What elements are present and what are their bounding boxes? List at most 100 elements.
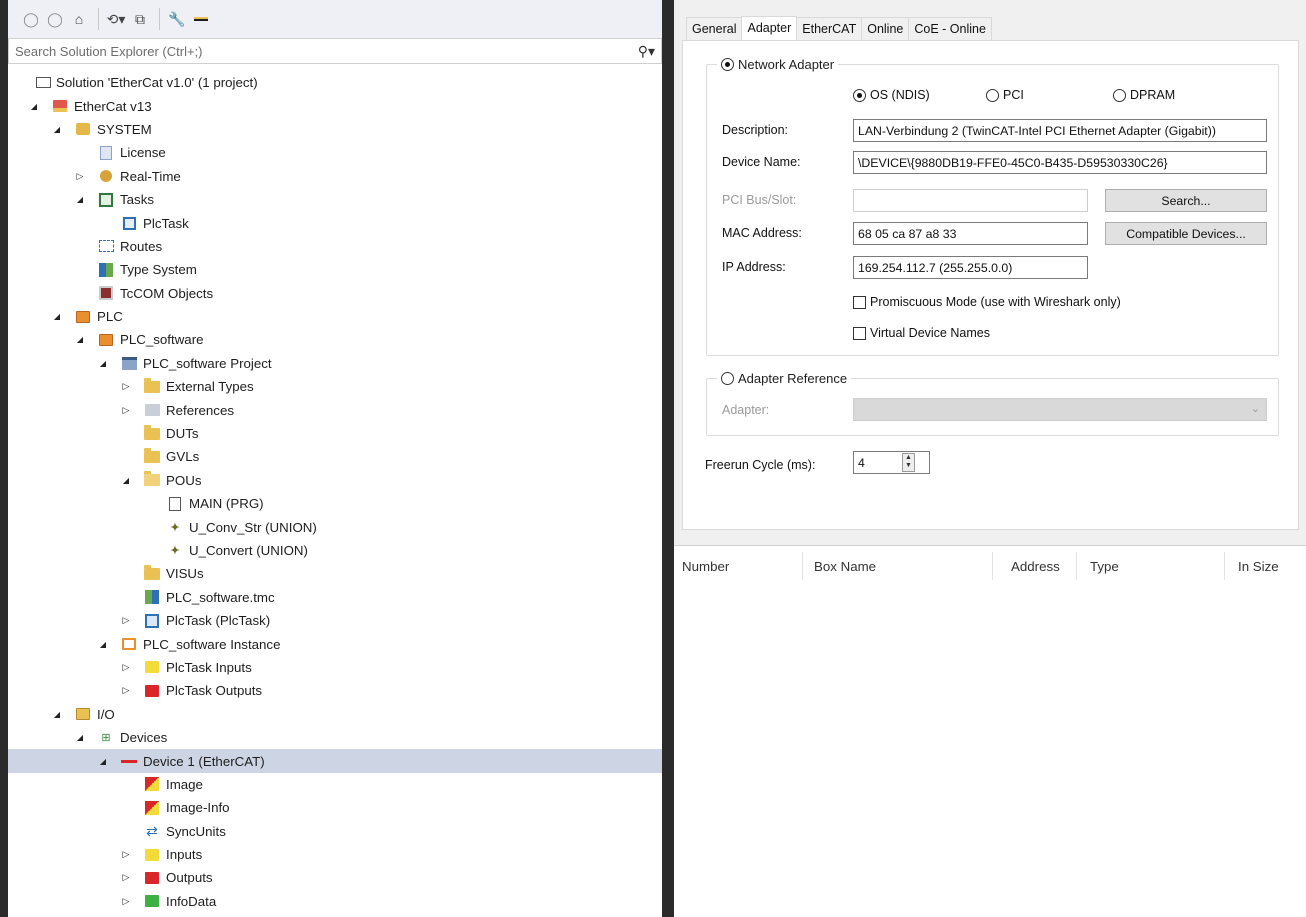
tree-item[interactable]: PlcTask [8, 211, 662, 234]
adapter-reference-option[interactable]: Adapter Reference [717, 371, 852, 386]
tree-item[interactable]: ▷ PlcTask (PlcTask) [8, 609, 662, 632]
tree-item[interactable]: ▷ Inputs [8, 843, 662, 866]
home-icon[interactable]: ⌂ [68, 7, 90, 31]
tree-item[interactable]: ◢ PLC_software [8, 328, 662, 351]
tree-item[interactable]: ⇄ SyncUnits [8, 820, 662, 843]
tree-item[interactable]: MAIN (PRG) [8, 492, 662, 515]
pin-icon[interactable] [190, 7, 212, 31]
tree-item[interactable]: GVLs [8, 445, 662, 468]
search-input[interactable]: Search Solution Explorer (Ctrl+;) ⚲▾ [8, 38, 662, 64]
expanded-arrow-icon[interactable]: ◢ [51, 710, 63, 719]
tree-item[interactable]: Image-Info [8, 796, 662, 819]
mac-address-field[interactable]: 68 05 ca 87 a8 33 [853, 222, 1088, 245]
tree-item[interactable]: VISUs [8, 562, 662, 585]
column-in-size[interactable]: In Size [1238, 559, 1279, 574]
tree-item[interactable]: Solution 'EtherCat v1.0' (1 project) [8, 71, 662, 94]
tree-item[interactable]: ◢ Tasks [8, 188, 662, 211]
tab-adapter[interactable]: Adapter [741, 16, 798, 41]
column-number[interactable]: Number [682, 559, 729, 574]
tree-item[interactable]: DUTs [8, 422, 662, 445]
collapsed-arrow-icon[interactable]: ▷ [120, 872, 132, 883]
column-address[interactable]: Address [1011, 559, 1060, 574]
tab-coe-online[interactable]: CoE - Online [908, 17, 992, 41]
virtual-device-names-option[interactable]: Virtual Device Names [853, 326, 990, 340]
properties-icon[interactable]: 🔧 [166, 7, 188, 31]
expanded-arrow-icon[interactable]: ◢ [74, 195, 86, 204]
tree-item[interactable]: Type System [8, 258, 662, 281]
tree-item[interactable]: ◢ ⊞ Devices [8, 726, 662, 749]
search-icon[interactable]: ⚲▾ [638, 43, 655, 60]
forward-icon[interactable]: ◯ [44, 7, 66, 31]
collapsed-arrow-icon[interactable]: ▷ [120, 405, 132, 416]
expanded-arrow-icon[interactable]: ◢ [74, 335, 86, 344]
tree-item[interactable]: Image [8, 773, 662, 796]
tree-item[interactable]: ▷ PlcTask Outputs [8, 679, 662, 702]
collapsed-arrow-icon[interactable]: ▷ [120, 849, 132, 860]
collapsed-arrow-icon[interactable]: ▷ [120, 685, 132, 696]
tree-item[interactable]: ◢ SYSTEM [8, 118, 662, 141]
sync-view-icon[interactable]: ⧉ [129, 7, 151, 31]
collapsed-arrow-icon[interactable]: ▷ [120, 381, 132, 392]
tab-ethercat[interactable]: EtherCAT [796, 17, 863, 41]
tree-item[interactable]: ▷ References [8, 398, 662, 421]
tree-item[interactable]: ◢ EtherCat v13 [8, 94, 662, 117]
dpram-radio[interactable] [1113, 88, 1126, 102]
option-pci[interactable]: PCI [986, 88, 1024, 102]
panel-splitter[interactable] [662, 0, 674, 917]
promiscuous-mode-option[interactable]: Promiscuous Mode (use with Wireshark onl… [853, 295, 1121, 309]
tree-item[interactable]: License [8, 141, 662, 164]
expanded-arrow-icon[interactable]: ◢ [28, 102, 40, 111]
pci-bus-slot-field[interactable] [853, 189, 1088, 212]
tree-item[interactable]: ◢ PLC [8, 305, 662, 328]
tree-item[interactable]: ✦ U_Conv_Str (UNION) [8, 515, 662, 538]
tree-item[interactable]: ▷ PlcTask Inputs [8, 656, 662, 679]
compatible-devices-button[interactable]: Compatible Devices... [1105, 222, 1267, 245]
expanded-arrow-icon[interactable]: ◢ [120, 476, 132, 485]
tree-item[interactable]: ◢ POUs [8, 469, 662, 492]
tab-general[interactable]: General [686, 17, 743, 41]
column-box-name[interactable]: Box Name [814, 559, 876, 574]
collapsed-arrow-icon[interactable]: ▷ [120, 615, 132, 626]
tree-item[interactable]: ▷ InfoData [8, 890, 662, 913]
search-button[interactable]: Search... [1105, 189, 1267, 212]
expanded-arrow-icon[interactable]: ◢ [51, 312, 63, 321]
tree-item[interactable]: ◢ PLC_software Instance [8, 632, 662, 655]
collapsed-arrow-icon[interactable]: ▷ [120, 662, 132, 673]
device-name-field[interactable]: \DEVICE\{9880DB19-FFE0-45C0-B435-D595303… [853, 151, 1267, 174]
expanded-arrow-icon[interactable]: ◢ [51, 125, 63, 134]
adapter-select[interactable]: ⌄ [853, 398, 1267, 421]
tree-item[interactable]: ◢ I/O [8, 703, 662, 726]
history-icon[interactable]: ⟲▾ [105, 7, 127, 31]
tab-online[interactable]: Online [861, 17, 910, 41]
expanded-arrow-icon[interactable]: ◢ [97, 640, 109, 649]
pci-radio[interactable] [986, 88, 999, 102]
tree-item[interactable]: PLC_software.tmc [8, 586, 662, 609]
tree-item[interactable]: ◢ PLC_software Project [8, 352, 662, 375]
ip-address-field[interactable]: 169.254.112.7 (255.255.0.0) [853, 256, 1088, 279]
tree-item[interactable]: ✦ U_Convert (UNION) [8, 539, 662, 562]
column-type[interactable]: Type [1090, 559, 1119, 574]
tree-item[interactable]: TcCOM Objects [8, 282, 662, 305]
tree-item[interactable]: ▷ Outputs [8, 866, 662, 889]
promiscuous-mode-checkbox[interactable] [853, 295, 866, 309]
description-field[interactable]: LAN-Verbindung 2 (TwinCAT-Intel PCI Ethe… [853, 119, 1267, 142]
tree-item[interactable]: Routes [8, 235, 662, 258]
option-os-ndis[interactable]: OS (NDIS) [853, 88, 930, 102]
spin-arrows-icon[interactable]: ▲ ▼ [902, 453, 915, 472]
expanded-arrow-icon[interactable]: ◢ [97, 757, 109, 766]
back-icon[interactable]: ◯ [20, 7, 42, 31]
option-dpram[interactable]: DPRAM [1113, 88, 1175, 102]
tree-item[interactable]: ▷ Real-Time [8, 165, 662, 188]
collapsed-arrow-icon[interactable]: ▷ [74, 171, 86, 182]
tree-item[interactable]: ▷ External Types [8, 375, 662, 398]
adapter-reference-radio[interactable] [721, 372, 734, 385]
collapsed-arrow-icon[interactable]: ▷ [120, 896, 132, 907]
virtual-device-names-checkbox[interactable] [853, 326, 866, 340]
expanded-arrow-icon[interactable]: ◢ [74, 733, 86, 742]
expanded-arrow-icon[interactable]: ◢ [97, 359, 109, 368]
network-adapter-option[interactable]: Network Adapter [717, 57, 839, 72]
freerun-cycle-stepper[interactable]: 4 ▲ ▼ [853, 451, 930, 474]
os-ndis-radio[interactable] [853, 88, 866, 102]
network-adapter-radio[interactable] [721, 58, 734, 71]
tree-item[interactable]: ◢ Device 1 (EtherCAT) [8, 749, 662, 773]
